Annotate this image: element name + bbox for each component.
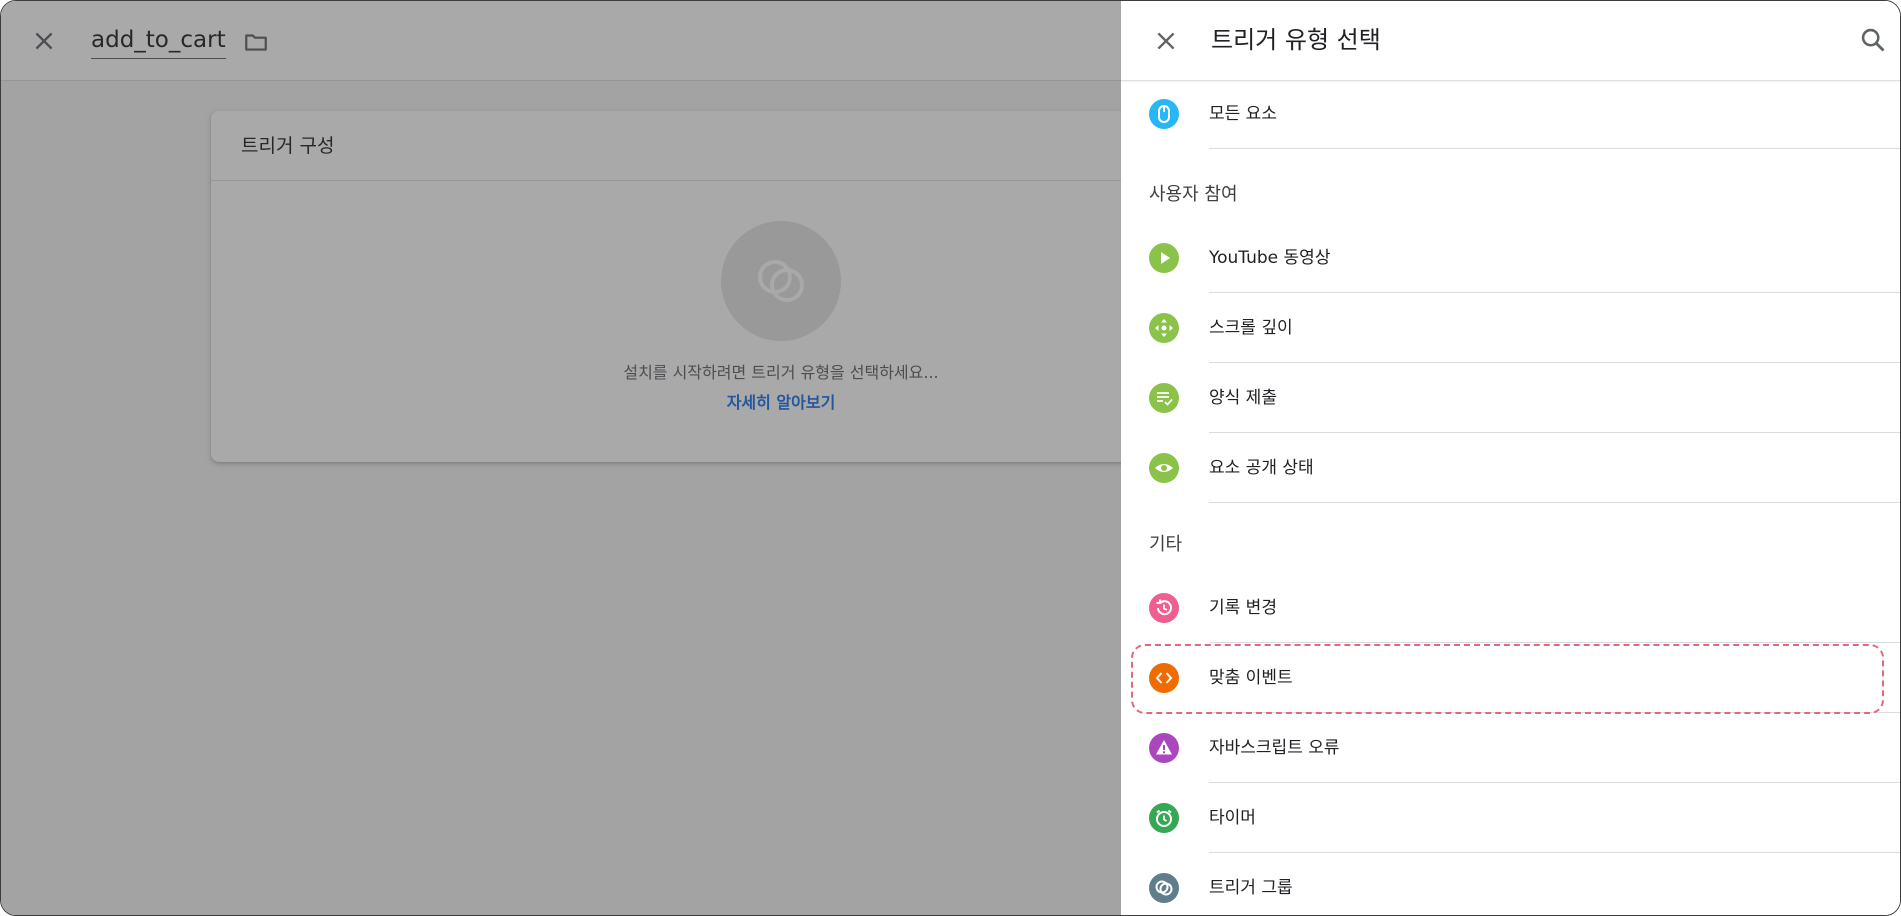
- trigger-item-label: YouTube 동영상: [1209, 248, 1331, 268]
- trigger-item-youtube[interactable]: YouTube 동영상: [1121, 223, 1900, 293]
- trigger-item-trigger-group[interactable]: 트리거 그룹: [1121, 853, 1900, 915]
- item-divider: [1209, 148, 1900, 149]
- code-icon: [1149, 663, 1179, 693]
- eye-icon: [1149, 453, 1179, 483]
- trigger-item-label: 맞춤 이벤트: [1209, 668, 1293, 688]
- search-icon[interactable]: [1859, 26, 1887, 54]
- panel-header: 트리거 유형 선택: [1121, 1, 1900, 81]
- mouse-icon: [1149, 99, 1179, 129]
- window-frame: add_to_cart 트리거 구성 설치를 시작하려면 트리거 유형을 선택하…: [0, 0, 1901, 916]
- trigger-item-scroll-depth[interactable]: 스크롤 깊이: [1121, 293, 1900, 363]
- trigger-item-label: 기록 변경: [1209, 598, 1277, 618]
- section-other: 기타: [1149, 534, 1183, 555]
- section-user-engagement: 사용자 참여: [1149, 184, 1238, 205]
- trigger-item-timer[interactable]: 타이머: [1121, 783, 1900, 853]
- trigger-item-custom-event[interactable]: 맞춤 이벤트: [1121, 643, 1900, 713]
- trigger-group-icon: [1149, 873, 1179, 903]
- form-check-icon: [1149, 383, 1179, 413]
- trigger-item-history-change[interactable]: 기록 변경: [1121, 573, 1900, 643]
- move-arrows-icon: [1149, 313, 1179, 343]
- modal-scrim[interactable]: [1, 1, 1121, 915]
- trigger-item-element-visibility[interactable]: 요소 공개 상태: [1121, 433, 1900, 503]
- alarm-clock-icon: [1149, 803, 1179, 833]
- panel-title: 트리거 유형 선택: [1211, 26, 1381, 54]
- trigger-item-label: 스크롤 깊이: [1209, 318, 1293, 338]
- trigger-type-panel: 트리거 유형 선택 모든 요소 사용자 참여 YouTube 동영상 스크롤 깊…: [1121, 1, 1900, 915]
- trigger-item-form-submit[interactable]: 양식 제출: [1121, 363, 1900, 433]
- trigger-item-label: 타이머: [1209, 808, 1256, 828]
- trigger-item-javascript-error[interactable]: 자바스크립트 오류: [1121, 713, 1900, 783]
- close-icon[interactable]: [1153, 28, 1179, 54]
- play-icon: [1149, 243, 1179, 273]
- trigger-item-label: 모든 요소: [1209, 104, 1277, 124]
- trigger-item-label: 트리거 그룹: [1209, 878, 1293, 898]
- item-divider: [1209, 502, 1900, 503]
- trigger-item-label: 자바스크립트 오류: [1209, 738, 1340, 758]
- trigger-item-label: 양식 제출: [1209, 388, 1277, 408]
- warning-icon: [1149, 733, 1179, 763]
- trigger-item-label: 요소 공개 상태: [1209, 458, 1314, 478]
- history-icon: [1149, 593, 1179, 623]
- trigger-item-all-elements[interactable]: 모든 요소: [1121, 79, 1900, 149]
